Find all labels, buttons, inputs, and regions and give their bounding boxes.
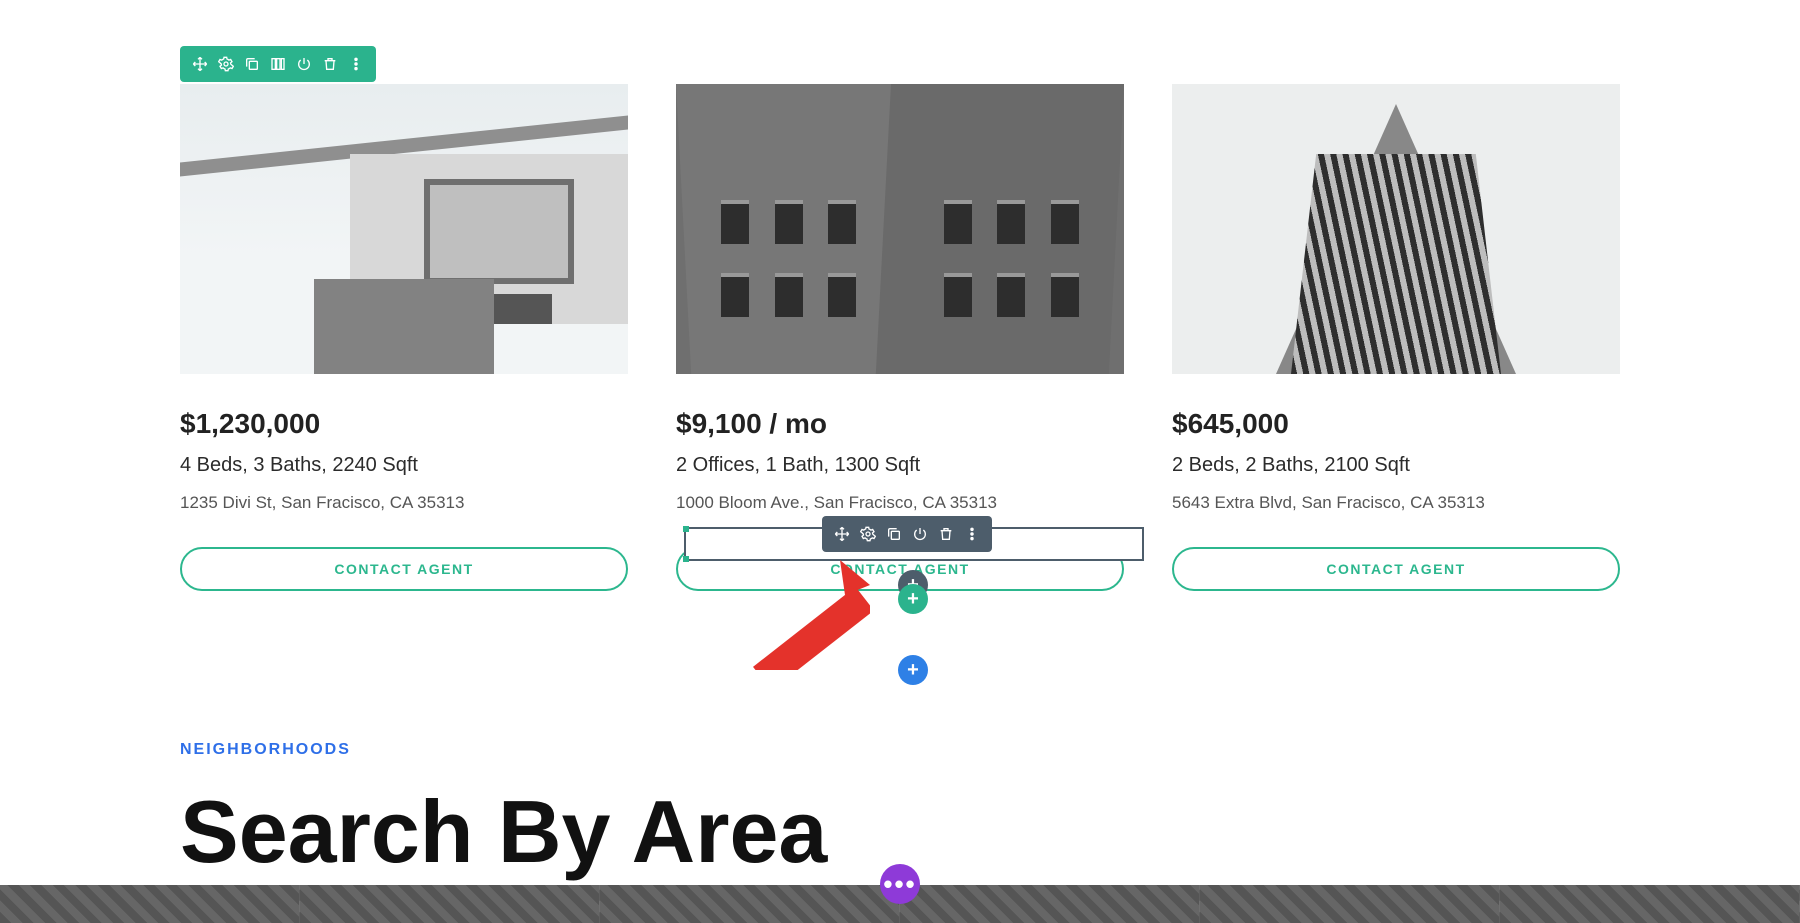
module-toolbar[interactable] [822, 516, 992, 552]
resize-handle-icon[interactable] [683, 556, 689, 562]
gear-icon[interactable] [860, 526, 876, 542]
contact-agent-button[interactable]: CONTACT AGENT [1172, 547, 1620, 591]
property-price: $9,100 / mo [676, 408, 1124, 440]
power-icon[interactable] [912, 526, 928, 542]
add-row-button[interactable]: + [898, 584, 928, 614]
resize-handle-icon[interactable] [683, 526, 689, 532]
property-address: 1000 Bloom Ave., San Fracisco, CA 35313 [676, 493, 1124, 513]
property-specs: 2 Offices, 1 Bath, 1300 Sqft [676, 454, 1124, 477]
page-canvas: $1,230,000 4 Beds, 3 Baths, 2240 Sqft 12… [0, 0, 1800, 877]
property-image [180, 84, 628, 374]
section-eyebrow: NEIGHBORHOODS [180, 741, 1620, 759]
builder-menu-button[interactable]: ••• [880, 864, 920, 904]
contact-agent-button[interactable]: CONTACT AGENT [180, 547, 628, 591]
property-specs: 2 Beds, 2 Baths, 2100 Sqft [1172, 454, 1620, 477]
property-price: $1,230,000 [180, 408, 628, 440]
property-cards-row: $1,230,000 4 Beds, 3 Baths, 2240 Sqft 12… [180, 0, 1620, 591]
property-image [676, 84, 1124, 374]
property-price: $645,000 [1172, 408, 1620, 440]
more-icon[interactable] [964, 526, 980, 542]
property-card: $9,100 / mo 2 Offices, 1 Bath, 1300 Sqft… [676, 84, 1124, 591]
property-address: 5643 Extra Blvd, San Fracisco, CA 35313 [1172, 493, 1620, 513]
property-card: $645,000 2 Beds, 2 Baths, 2100 Sqft 5643… [1172, 84, 1620, 591]
property-card: $1,230,000 4 Beds, 3 Baths, 2240 Sqft 12… [180, 84, 628, 591]
duplicate-icon[interactable] [886, 526, 902, 542]
trash-icon[interactable] [938, 526, 954, 542]
property-specs: 4 Beds, 3 Baths, 2240 Sqft [180, 454, 628, 477]
move-icon[interactable] [834, 526, 850, 542]
add-section-button[interactable]: + [898, 655, 928, 685]
property-address: 1235 Divi St, San Fracisco, CA 35313 [180, 493, 628, 513]
property-image [1172, 84, 1620, 374]
